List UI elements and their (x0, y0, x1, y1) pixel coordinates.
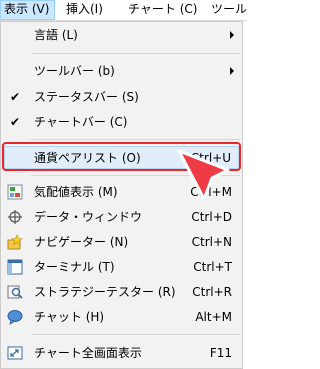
menu-item-label: ナビゲーター (N) (34, 235, 129, 249)
menu-item-label: ターミナル (T) (34, 260, 115, 274)
menu-item-shortcut: Ctrl+U (190, 151, 231, 165)
view-menu-dropdown: 言語 (L) ツールバー (b) ✔ ステータスバー (S) ✔ チャートバー … (0, 21, 243, 369)
menu-separator (31, 334, 240, 335)
menu-item-chartbar[interactable]: ✔ チャートバー (C) (1, 111, 242, 133)
menu-item-language[interactable]: 言語 (L) (1, 24, 242, 46)
terminal-window-icon (7, 259, 23, 275)
menubar-chart[interactable]: チャート (C) (124, 0, 206, 20)
menu-item-quotes[interactable]: 気配値表示 (M) Ctrl+M (1, 181, 242, 203)
menu-item-toolbar[interactable]: ツールバー (b) (1, 60, 242, 82)
fullscreen-icon (7, 346, 23, 360)
market-watch-icon (7, 184, 23, 200)
navigator-star-folder-icon (7, 234, 23, 250)
checkmark-icon: ✔ (10, 90, 21, 104)
menubar-insert[interactable]: 挿入(I) (62, 0, 122, 20)
menu-item-shortcut: Alt+M (195, 310, 232, 324)
menu-item-label: ステータスバー (S) (34, 90, 139, 104)
menu-item-terminal[interactable]: ターミナル (T) Ctrl+T (1, 256, 242, 278)
menu-item-label: チャートバー (C) (34, 115, 128, 129)
menu-item-fullscreen[interactable]: チャート全画面表示 F11 (1, 342, 242, 364)
menubar-tools[interactable]: ツール (207, 0, 247, 20)
menu-item-label: 気配値表示 (M) (34, 185, 118, 199)
menu-item-shortcut: F11 (209, 346, 232, 360)
menu-item-label: データ・ウィンドウ (34, 210, 143, 224)
menu-item-data-window[interactable]: データ・ウィンドウ Ctrl+D (1, 206, 242, 228)
menu-item-pair-list[interactable]: 通貨ペアリスト (O) Ctrl+U (4, 146, 239, 169)
submenu-arrow-icon (230, 67, 234, 75)
menu-separator (31, 175, 240, 176)
menu-item-chat[interactable]: チャット (H) Alt+M (1, 306, 242, 328)
menu-item-label: ツールバー (b) (34, 64, 115, 78)
submenu-arrow-icon (230, 31, 234, 39)
menu-item-shortcut: Ctrl+T (193, 260, 232, 274)
crosshair-icon (8, 210, 22, 224)
menu-item-label: チャート全画面表示 (34, 346, 142, 360)
menu-item-shortcut: Ctrl+D (191, 210, 232, 224)
menubar-view[interactable]: 表示 (V) (0, 0, 55, 20)
menu-item-shortcut: Ctrl+N (191, 235, 232, 249)
menu-bar: 表示 (V) 挿入(I) チャート (C) ツール (0, 0, 247, 21)
checkmark-icon: ✔ (10, 115, 21, 129)
menu-item-label: 言語 (L) (34, 28, 78, 42)
menu-item-label: ストラテジーテスター (R) (34, 285, 176, 299)
menu-item-shortcut: Ctrl+M (190, 185, 232, 199)
menu-item-label: 通貨ペアリスト (O) (34, 151, 141, 165)
chat-bubble-icon (7, 310, 23, 325)
menu-item-strategy-tester[interactable]: ストラテジーテスター (R) Ctrl+R (1, 281, 242, 303)
menu-item-statusbar[interactable]: ✔ ステータスバー (S) (1, 86, 242, 108)
strategy-tester-icon (7, 285, 23, 299)
menu-separator (31, 139, 240, 140)
menu-separator (31, 53, 240, 54)
menu-item-shortcut: Ctrl+R (192, 285, 232, 299)
menu-item-navigator[interactable]: ナビゲーター (N) Ctrl+N (1, 231, 242, 253)
menu-item-label: チャット (H) (34, 310, 105, 324)
